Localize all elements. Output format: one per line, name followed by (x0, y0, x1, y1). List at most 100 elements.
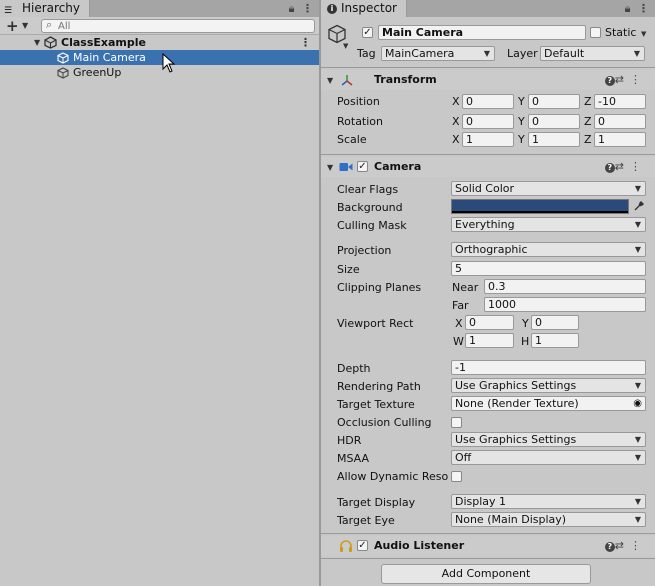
allow-dynamic-resolution-checkbox[interactable] (451, 471, 462, 482)
msaa-dropdown[interactable]: Off ▼ (451, 450, 646, 465)
presets-icon[interactable]: ⇄ (615, 160, 630, 173)
rotation-z-field[interactable]: 0 (594, 114, 646, 129)
search-input[interactable] (58, 20, 308, 32)
near-field[interactable]: 0.3 (484, 279, 646, 294)
hdr-label: HDR (337, 434, 362, 447)
layer-dropdown[interactable]: Default ▼ (540, 46, 645, 61)
camera-enabled-checkbox[interactable]: ✓ (357, 161, 368, 172)
presets-icon[interactable]: ⇄ (615, 539, 630, 552)
target-eye-dropdown[interactable]: None (Main Display) ▼ (451, 512, 646, 527)
gameobject-cube-icon (328, 24, 346, 44)
info-icon: i (327, 4, 337, 14)
eyedropper-icon[interactable] (633, 200, 645, 212)
size-field[interactable]: 5 (451, 261, 646, 276)
help-icon[interactable]: ? (604, 542, 615, 552)
target-eye-label: Target Eye (337, 514, 395, 527)
far-field[interactable]: 1000 (484, 297, 646, 312)
rotation-y-field[interactable]: 0 (528, 114, 580, 129)
axis-x-label: X (452, 133, 460, 146)
kebab-menu-icon[interactable]: ⋮ (630, 539, 647, 552)
search-box[interactable]: ⌕ (41, 18, 315, 33)
target-texture-label: Target Texture (337, 398, 415, 411)
divider (321, 154, 655, 155)
kebab-menu-icon[interactable]: ⋮ (638, 2, 649, 15)
kebab-menu-icon[interactable]: ⋮ (630, 160, 647, 173)
msaa-label: MSAA (337, 452, 370, 465)
object-name-field[interactable]: Main Camera (378, 25, 586, 40)
position-x-field[interactable]: 0 (462, 94, 514, 109)
hierarchy-tab[interactable]: ☰ Hierarchy (0, 0, 90, 17)
position-z-field[interactable]: -10 (594, 94, 646, 109)
fold-down-icon[interactable]: ▼ (327, 76, 333, 85)
gameobject-cube-icon (57, 67, 69, 79)
viewport-x-field[interactable]: 0 (465, 315, 514, 330)
tag-dropdown[interactable]: MainCamera ▼ (381, 46, 495, 61)
chevron-down-icon[interactable]: ▼ (343, 42, 348, 50)
position-y-field[interactable]: 0 (528, 94, 580, 109)
add-icon[interactable]: + (6, 17, 19, 35)
object-picker-icon[interactable]: ◉ (633, 397, 642, 410)
chevron-down-icon: ▼ (634, 245, 641, 254)
camera-header[interactable]: ▼ ✓ Camera ? ⇄⋮ (321, 157, 655, 177)
lock-icon[interactable]: 🔒︎ (625, 2, 631, 15)
culling-mask-dropdown[interactable]: Everything ▼ (451, 217, 646, 232)
target-display-dropdown[interactable]: Display 1 ▼ (451, 494, 646, 509)
add-component-button[interactable]: Add Component (381, 564, 591, 584)
help-icon[interactable]: ? (604, 76, 615, 86)
background-label: Background (337, 201, 403, 214)
axis-z-label: Z (584, 133, 592, 146)
kebab-menu-icon[interactable]: ⋮ (302, 2, 313, 15)
projection-value: Orthographic (455, 243, 528, 256)
scale-y-field[interactable]: 1 (528, 132, 580, 147)
viewport-y-field[interactable]: 0 (531, 315, 579, 330)
scene-menu-icon[interactable]: ⋮ (300, 35, 311, 50)
lock-icon[interactable]: 🔒︎ (289, 2, 295, 15)
scale-x-field[interactable]: 1 (462, 132, 514, 147)
target-eye-value: None (Main Display) (455, 513, 567, 526)
rendering-path-label: Rendering Path (337, 380, 421, 393)
clear-flags-dropdown[interactable]: Solid Color ▼ (451, 181, 646, 196)
scale-label: Scale (337, 133, 367, 146)
inspector-tab[interactable]: i Inspector (321, 0, 407, 17)
background-color-swatch[interactable] (451, 199, 629, 214)
axis-x-label: X (452, 95, 460, 108)
help-icon[interactable]: ? (604, 163, 615, 173)
hierarchy-tab-icons: 🔒︎ ⋮ (289, 0, 313, 17)
viewport-w-field[interactable]: 1 (465, 333, 514, 348)
rendering-path-dropdown[interactable]: Use Graphics Settings ▼ (451, 378, 646, 393)
hierarchy-toolbar: + ▼ ⌕ (0, 17, 319, 35)
axis-x-label: X (455, 317, 463, 330)
scale-z-field[interactable]: 1 (594, 132, 646, 147)
size-label: Size (337, 263, 360, 276)
hierarchy-item-main-camera[interactable]: Main Camera (0, 50, 319, 65)
hierarchy-tab-label: Hierarchy (22, 1, 81, 15)
chevron-down-icon[interactable]: ▼ (641, 30, 646, 38)
fold-down-icon[interactable]: ▼ (34, 35, 40, 50)
audio-listener-enabled-checkbox[interactable]: ✓ (357, 540, 368, 551)
static-label: Static (605, 26, 637, 39)
rotation-x-field[interactable]: 0 (462, 114, 514, 129)
fold-down-icon[interactable]: ▼ (327, 163, 333, 172)
hierarchy-item-greenup[interactable]: GreenUp (0, 65, 319, 80)
alpha-bar (452, 211, 628, 213)
hierarchy-item-label: Main Camera (73, 51, 146, 64)
transform-header[interactable]: ▼ Transform ? ⇄⋮ (321, 70, 655, 90)
projection-dropdown[interactable]: Orthographic ▼ (451, 242, 646, 257)
audio-listener-header[interactable]: ✓ Audio Listener ? ⇄⋮ (321, 536, 655, 556)
chevron-down-icon[interactable]: ▼ (22, 17, 28, 35)
chevron-down-icon: ▼ (634, 497, 641, 506)
active-checkbox[interactable]: ✓ (362, 27, 373, 38)
hdr-dropdown[interactable]: Use Graphics Settings ▼ (451, 432, 646, 447)
scene-row[interactable]: ▼ ClassExample ⋮ (0, 35, 319, 50)
mouse-cursor-icon (162, 53, 176, 73)
occlusion-culling-checkbox[interactable] (451, 417, 462, 428)
target-texture-field[interactable]: None (Render Texture) ◉ (451, 396, 646, 411)
divider (321, 533, 655, 534)
depth-field[interactable]: -1 (451, 360, 646, 375)
axis-y-label: Y (522, 317, 529, 330)
presets-icon[interactable]: ⇄ (615, 73, 630, 86)
viewport-h-field[interactable]: 1 (531, 333, 579, 348)
static-checkbox[interactable] (590, 27, 601, 38)
search-icon: ⌕ (46, 18, 53, 31)
kebab-menu-icon[interactable]: ⋮ (630, 73, 647, 86)
